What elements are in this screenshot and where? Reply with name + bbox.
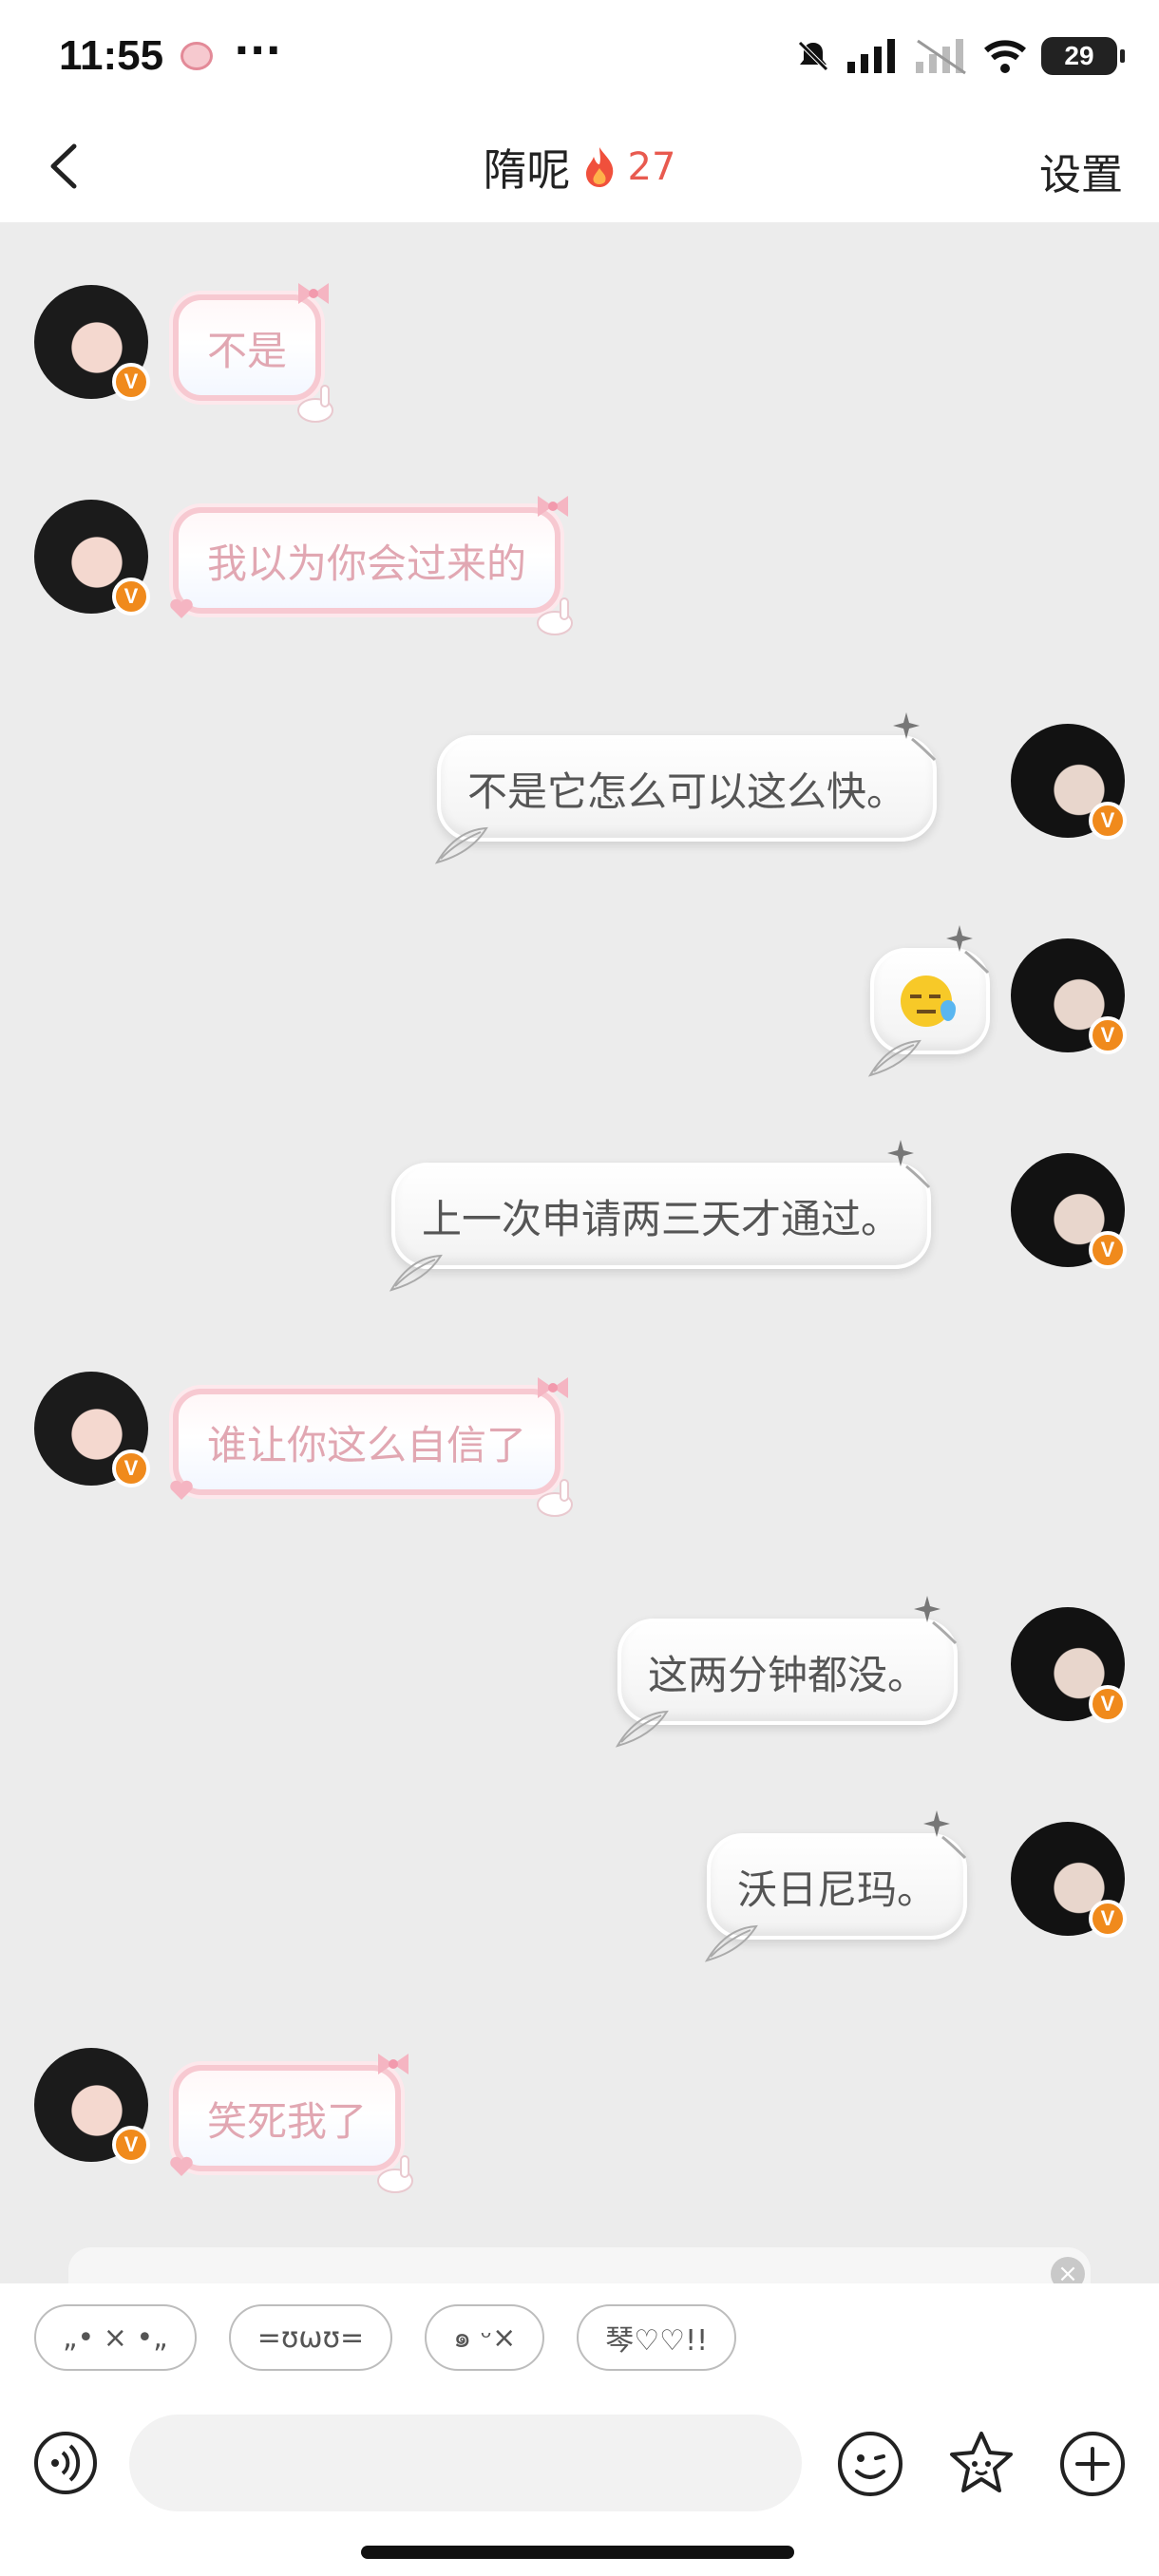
message-bubble[interactable]: 不是 [173,283,334,423]
message-bubble[interactable]: 笑死我了 [170,2054,414,2193]
sparkle-icon [923,1810,967,1860]
message-row: V 上一次申请两三天才通过。 [0,1068,1159,1292]
verified-badge-icon: V [1089,1016,1127,1054]
message-text: 上一次申请两三天才通过。 [422,1195,902,1242]
message-row: V 不是 [0,222,1159,423]
chat-header: 隋呢 27 设置 [0,112,1159,222]
message-text: 这两分钟都没。 [648,1651,928,1698]
verified-badge-icon: V [1089,1231,1127,1269]
verified-badge-icon: V [112,1449,150,1487]
wifi-icon [984,40,1026,73]
contact-name: 隋呢 [483,144,571,196]
status-time: 11:55 [59,32,164,79]
verified-badge-icon: V [112,2126,150,2164]
heart-icon [170,2156,193,2176]
quick-reply-chip[interactable]: 琴♡♡!! [577,2304,737,2371]
message-input[interactable] [129,2415,802,2511]
contact-avatar[interactable]: V [34,1372,150,1487]
bow-icon [378,2054,409,2074]
downcast-sweat-face-icon [901,975,956,1027]
verified-badge-icon: V [1089,802,1127,840]
my-avatar[interactable]: V [1011,1607,1127,1723]
message-text: 我以为你会过来的 [207,540,527,587]
bunny-icon [537,597,574,635]
message-text: 不是 [207,327,288,374]
bow-icon [538,1377,569,1398]
voice-icon[interactable] [32,2430,99,2496]
emoji-icon[interactable] [836,2430,904,2498]
message-bubble[interactable]: 谁让你这么自信了 [170,1377,574,1517]
heart-icon [170,1480,193,1500]
home-indicator[interactable] [361,2546,794,2559]
app-notification-icon [180,42,213,70]
fire-icon [585,147,613,187]
bunny-icon [297,385,334,423]
leaf-icon [704,1924,758,1962]
my-avatar[interactable]: V [1011,938,1127,1054]
verified-badge-icon: V [112,363,150,401]
status-indicators: 29 [794,32,1125,80]
heart-icon [170,598,193,618]
sparkle-icon [946,925,990,975]
my-avatar[interactable]: V [1011,1822,1127,1938]
chat-title: 隋呢 27 [0,133,1159,201]
verified-badge-icon: V [112,578,150,616]
message-bubble[interactable]: 我以为你会过来的 [170,496,574,635]
message-row: V 沃日尼玛。 [0,1733,1159,1962]
message-list[interactable]: V 不是 V 我以为你会过来的 V 不是它怎么可以这么快。 V V 上一次申请两… [0,222,1159,2283]
sparkle-icon [893,712,937,762]
quick-reply-chip[interactable]: „• × •„ [34,2304,197,2371]
my-avatar[interactable]: V [1011,724,1127,840]
sparkle-icon [914,1596,958,1645]
message-row: V 这两分钟都没。 [0,1514,1159,1748]
bunny-icon [377,2155,414,2193]
verified-badge-icon: V [1089,1685,1127,1723]
message-bubble[interactable]: 这两分钟都没。 [615,1596,959,1748]
message-row: V 谁让你这么自信了 [0,1286,1159,1517]
message-bubble[interactable] [867,925,990,1077]
my-avatar[interactable]: V [1011,1153,1127,1269]
streak-count: 27 [627,145,676,189]
message-row: V [0,853,1159,1077]
emoji-sweat [940,1000,956,1021]
contact-avatar[interactable]: V [34,2048,150,2164]
quick-reply-chip[interactable]: ๑ ᵕ× [425,2304,545,2371]
message-row: V 不是它怎么可以这么快。 [0,640,1159,864]
message-bubble[interactable]: 不是它怎么可以这么快。 [434,712,938,864]
mute-icon [798,41,828,71]
message-bubble[interactable]: 上一次申请两三天才通过。 [389,1140,932,1292]
message-text: 谁让你这么自信了 [207,1421,527,1468]
verified-badge-icon: V [1089,1900,1127,1938]
add-icon[interactable] [1058,2430,1127,2498]
signal-secondary-icon [916,39,966,75]
sparkle-icon [887,1140,931,1189]
message-row: V 我以为你会过来的 [0,422,1159,635]
message-text: 笑死我了 [207,2097,368,2145]
message-bubble[interactable]: 沃日尼玛。 [704,1810,968,1962]
quick-reply-chip[interactable]: =ʊωʊ= [228,2304,393,2371]
status-bar: 11:55 ··· 29 [0,0,1159,112]
composer-panel: „• × •„ =ʊωʊ= ๑ ᵕ× 琴♡♡!! [0,2283,1159,2576]
battery-indicator: 29 [1041,37,1125,75]
settings-button[interactable]: 设置 [1039,141,1123,201]
emoji-mouth [917,1010,936,1013]
sticker-icon[interactable] [946,2428,1016,2498]
contact-avatar[interactable]: V [34,500,150,616]
bow-icon [538,496,569,517]
signal-icon [847,39,895,73]
contact-avatar[interactable]: V [34,285,150,401]
input-row [0,2407,1159,2530]
message-text: 沃日尼玛。 [737,1866,938,1913]
bow-icon [298,283,330,304]
quick-replies: „• × •„ =ʊωʊ= ๑ ᵕ× 琴♡♡!! [34,2304,737,2371]
message-text: 不是它怎么可以这么快。 [467,767,907,815]
bunny-icon [537,1479,574,1517]
status-more-icon: ··· [234,27,282,75]
message-row: V 笑死我了 [0,1960,1159,2193]
